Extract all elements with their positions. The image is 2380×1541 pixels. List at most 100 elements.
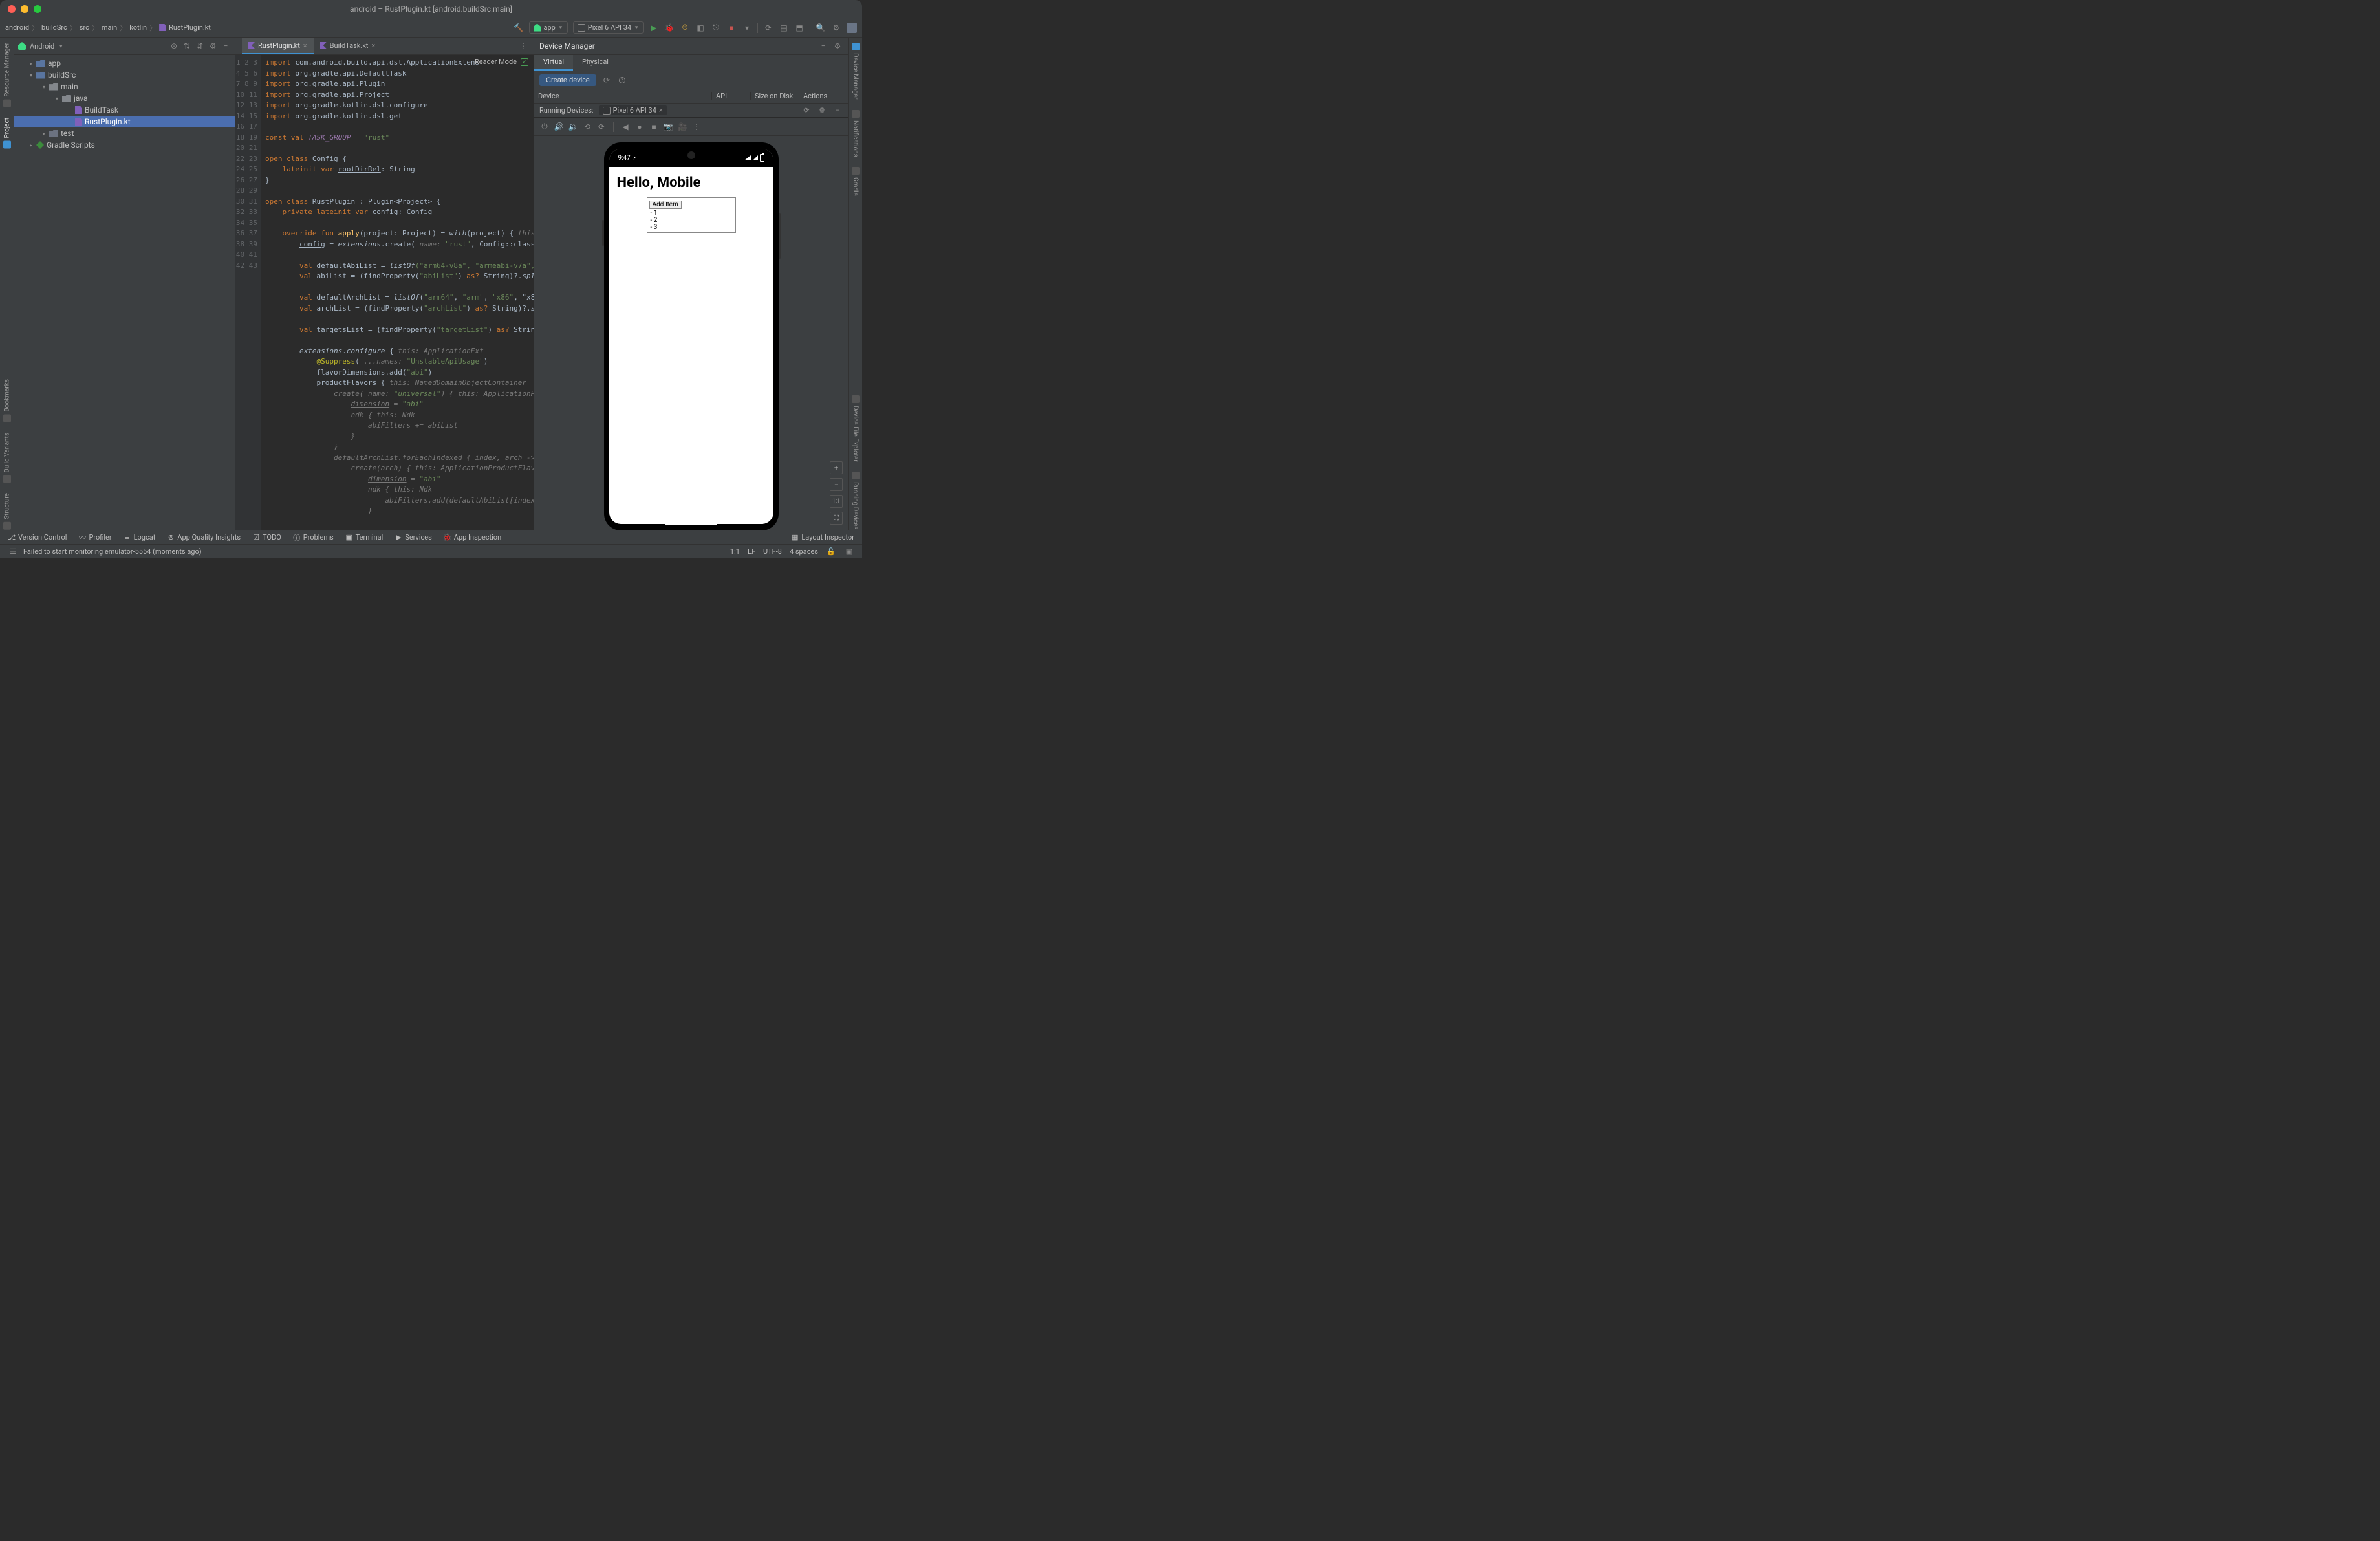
readonly-toggle-icon[interactable]: 🔓 xyxy=(826,547,836,557)
strip-build-variants[interactable]: Build Variants xyxy=(3,433,11,483)
zoom-reset-button[interactable]: ⛶ xyxy=(830,512,843,525)
column-size[interactable]: Size on Disk xyxy=(751,92,799,100)
extended-controls-icon[interactable]: ⋮ xyxy=(691,122,702,132)
project-settings-icon[interactable]: ⚙ xyxy=(208,41,218,51)
tree-item-test[interactable]: test xyxy=(14,127,235,139)
avatar[interactable] xyxy=(847,23,857,33)
tab-virtual[interactable]: Virtual xyxy=(534,55,573,71)
column-api[interactable]: API xyxy=(712,92,751,100)
run-icon[interactable]: ▶ xyxy=(649,23,659,33)
btool-profiler[interactable]: 〰Profiler xyxy=(78,533,111,541)
create-device-button[interactable]: Create device xyxy=(539,74,596,86)
record-icon[interactable]: 🎥 xyxy=(677,122,687,132)
strip-project[interactable]: Project xyxy=(3,118,11,149)
home-icon[interactable]: ● xyxy=(634,122,645,132)
collapse-all-icon[interactable]: ⇵ xyxy=(195,41,205,51)
tab-rustplugin[interactable]: RustPlugin.kt× xyxy=(242,38,314,54)
project-view-selector[interactable]: Android▼ xyxy=(30,42,63,50)
avd-manager-icon[interactable]: ▤ xyxy=(779,23,789,33)
run-config-selector[interactable]: app ▼ xyxy=(529,21,568,34)
column-actions[interactable]: Actions xyxy=(799,92,848,100)
reader-mode-toggle[interactable]: Reader Mode ✓ xyxy=(475,58,528,66)
expand-all-icon[interactable]: ⇅ xyxy=(182,41,192,51)
sdk-manager-icon[interactable]: ⬒ xyxy=(794,23,805,33)
tool-windows-icon[interactable]: ☰ xyxy=(8,547,18,557)
back-icon[interactable]: ◀ xyxy=(620,122,631,132)
build-icon[interactable]: 🔨 xyxy=(514,23,524,33)
help-icon[interactable]: ? xyxy=(617,75,627,85)
refresh-devices-icon[interactable]: ⟳ xyxy=(601,75,612,85)
device-viewport[interactable]: 9:47 ◔ Hello, Mobile Add Item - 1 xyxy=(534,136,848,530)
crumb-file[interactable]: RustPlugin.kt xyxy=(169,23,211,32)
volume-up-icon[interactable]: 🔊 xyxy=(554,122,564,132)
power-icon[interactable]: ⏻ xyxy=(539,122,550,132)
close-icon[interactable]: × xyxy=(303,41,307,50)
tree-item-gradle-scripts[interactable]: Gradle Scripts xyxy=(14,139,235,151)
tree-item-buildtask[interactable]: BuildTask xyxy=(14,104,235,116)
strip-gradle[interactable]: Gradle xyxy=(852,167,860,196)
btool-layout-inspector[interactable]: ▦Layout Inspector xyxy=(791,533,854,541)
overview-icon[interactable]: ■ xyxy=(649,122,659,132)
hide-panel-icon[interactable]: − xyxy=(221,41,231,51)
btool-aqi[interactable]: ⊚App Quality Insights xyxy=(167,533,241,541)
debug-icon[interactable]: 🐞 xyxy=(664,23,675,33)
stop-icon[interactable]: ■ xyxy=(726,23,737,33)
coverage-icon[interactable]: ◧ xyxy=(695,23,706,33)
tree-item-rustplugin[interactable]: RustPlugin.kt xyxy=(14,116,235,127)
status-encoding[interactable]: UTF-8 xyxy=(763,547,782,556)
crumb-0[interactable]: android xyxy=(5,23,29,32)
status-caret-pos[interactable]: 1:1 xyxy=(730,547,740,556)
refresh-running-icon[interactable]: ⟳ xyxy=(801,105,812,116)
tree-item-main[interactable]: main xyxy=(14,81,235,93)
screenshot-icon[interactable]: 📷 xyxy=(663,122,673,132)
window-minimize[interactable] xyxy=(21,5,28,13)
btool-problems[interactable]: ⓘProblems xyxy=(293,533,334,541)
rotate-right-icon[interactable]: ⟳ xyxy=(596,122,607,132)
btool-app-inspection[interactable]: 🐞App Inspection xyxy=(444,533,501,541)
editor-tabs-more-icon[interactable]: ⋮ xyxy=(518,41,528,51)
strip-structure[interactable]: Structure xyxy=(3,493,11,530)
more-run-options-icon[interactable]: ▾ xyxy=(742,23,752,33)
strip-bookmarks[interactable]: Bookmarks xyxy=(3,379,11,422)
crumb-4[interactable]: kotlin xyxy=(129,23,147,32)
close-icon[interactable]: × xyxy=(659,106,663,115)
btool-terminal[interactable]: ▣Terminal xyxy=(345,533,384,541)
strip-device-file-explorer[interactable]: Device File Explorer xyxy=(852,395,860,462)
window-zoom[interactable] xyxy=(34,5,41,13)
status-indent[interactable]: 4 spaces xyxy=(790,547,818,556)
add-item-button[interactable]: Add Item xyxy=(649,201,682,209)
btool-vcs[interactable]: ⎇Version Control xyxy=(8,533,67,541)
zoom-out-button[interactable]: − xyxy=(830,478,843,491)
zoom-in-button[interactable]: + xyxy=(830,461,843,474)
btool-logcat[interactable]: ≡Logcat xyxy=(124,533,156,541)
settings-icon[interactable]: ⚙ xyxy=(831,23,841,33)
crumb-2[interactable]: src xyxy=(80,23,89,32)
crumb-1[interactable]: buildSrc xyxy=(41,23,67,32)
running-hide-icon[interactable]: − xyxy=(832,105,843,116)
btool-services[interactable]: ▶Services xyxy=(395,533,431,541)
tab-buildtask[interactable]: BuildTask.kt× xyxy=(314,38,382,54)
column-device[interactable]: Device xyxy=(534,92,712,100)
sync-icon[interactable]: ⟳ xyxy=(763,23,774,33)
panel-settings-icon[interactable]: ⚙ xyxy=(832,41,843,51)
tab-physical[interactable]: Physical xyxy=(573,55,618,71)
breadcrumb[interactable]: android〉 buildSrc〉 src〉 main〉 kotlin〉 Ru… xyxy=(5,23,211,33)
running-device-chip[interactable]: Pixel 6 API 34 × xyxy=(599,105,667,115)
tree-item-buildsrc[interactable]: buildSrc xyxy=(14,69,235,81)
phone-screen[interactable]: 9:47 ◔ Hello, Mobile Add Item - 1 xyxy=(609,149,774,524)
strip-notifications[interactable]: Notifications xyxy=(852,110,860,157)
minimize-panel-icon[interactable]: − xyxy=(818,41,828,51)
running-settings-icon[interactable]: ⚙ xyxy=(817,105,827,116)
strip-running-devices[interactable]: Running Devices xyxy=(852,472,860,530)
editor-body[interactable]: 1 2 3 4 5 6 7 8 9 10 11 12 13 14 15 16 1… xyxy=(235,55,534,530)
tree-item-app[interactable]: app xyxy=(14,58,235,69)
attach-debugger-icon[interactable]: ⎋ xyxy=(711,23,721,33)
rotate-left-icon[interactable]: ⟲ xyxy=(582,122,592,132)
zoom-fit-button[interactable]: 1:1 xyxy=(830,495,843,508)
window-close[interactable] xyxy=(8,5,16,13)
device-selector[interactable]: Pixel 6 API 34 ▼ xyxy=(573,21,644,34)
status-more-icon[interactable]: ▣ xyxy=(844,547,854,557)
tree-item-java[interactable]: java xyxy=(14,93,235,104)
crumb-3[interactable]: main xyxy=(102,23,117,32)
select-opened-file-icon[interactable]: ⊙ xyxy=(169,41,179,51)
